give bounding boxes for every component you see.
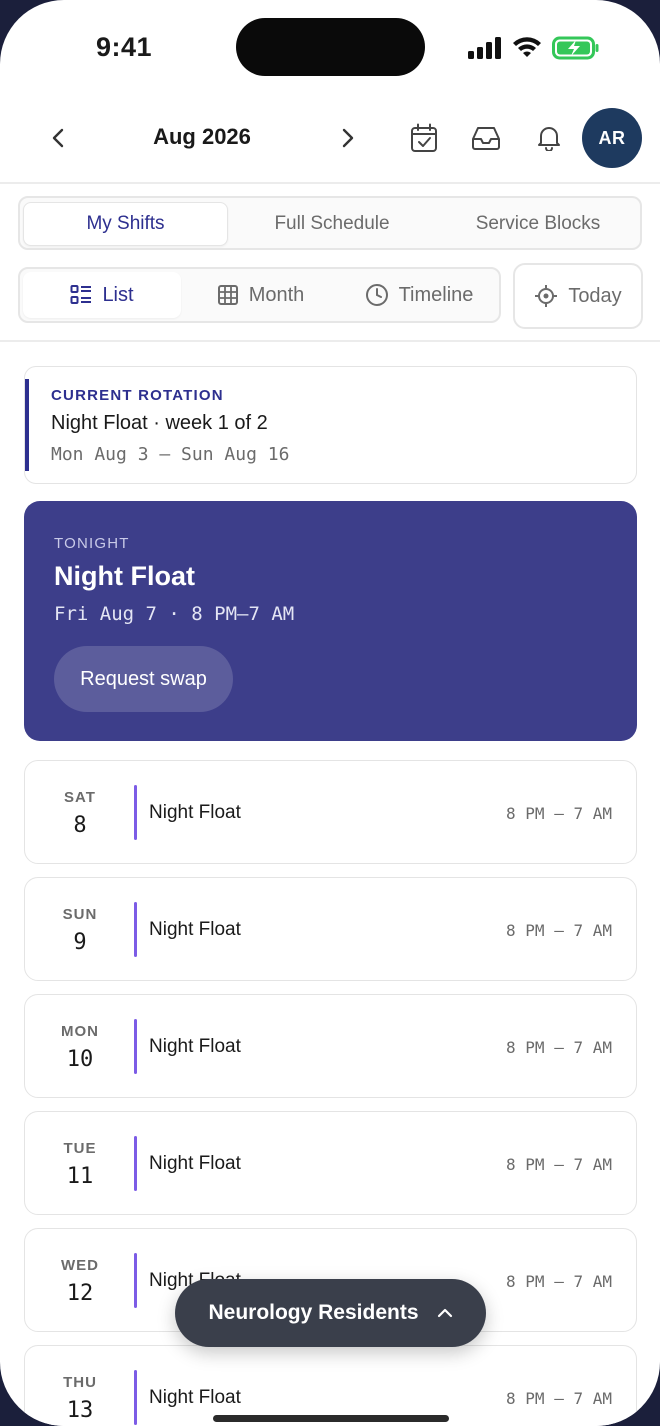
inbox-button[interactable]: [464, 116, 508, 160]
shift-hours: 8 PM — 7 AM: [506, 1155, 612, 1174]
shift-row[interactable]: TUE 11 Night Float 8 PM — 7 AM: [24, 1111, 637, 1215]
signal-icon: [468, 37, 501, 59]
shift-weekday: SUN: [62, 906, 98, 923]
shift-name: Night Float: [149, 1153, 241, 1174]
home-indicator: [213, 1415, 449, 1422]
avatar[interactable]: AR: [582, 108, 642, 168]
shift-hours: 8 PM — 7 AM: [506, 1038, 612, 1057]
shift-weekday: TUE: [63, 1140, 97, 1157]
shift-row[interactable]: MON 10 Night Float 8 PM — 7 AM: [24, 994, 637, 1098]
shift-day: 12: [66, 1281, 94, 1306]
inbox-icon: [472, 127, 500, 150]
shift-accent-bar: [134, 1136, 137, 1191]
calendar-check-button[interactable]: [402, 116, 446, 160]
rotation-accent-bar: [25, 379, 29, 471]
current-rotation-card[interactable]: CURRENT ROTATION Night Float · week 1 of…: [24, 366, 637, 484]
shift-accent-bar: [134, 902, 137, 957]
shift-hours: 8 PM — 7 AM: [506, 921, 612, 940]
group-selector-label: Neurology Residents: [208, 1301, 419, 1324]
section-divider: [0, 340, 660, 342]
tonight-card[interactable]: TONIGHT Night Float Fri Aug 7 · 8 PM–7 A…: [24, 501, 637, 741]
month-title: Aug 2026: [153, 124, 251, 149]
bell-icon: [538, 127, 560, 151]
view-list[interactable]: List: [23, 272, 181, 318]
shift-weekday: WED: [61, 1257, 99, 1274]
shift-row[interactable]: SAT 8 Night Float 8 PM — 7 AM: [24, 760, 637, 864]
shift-accent-bar: [134, 785, 137, 840]
shift-row[interactable]: THU 13 Night Float 8 PM — 7 AM: [24, 1345, 637, 1426]
shift-day: 8: [73, 813, 87, 838]
rotation-dates: Mon Aug 3 — Sun Aug 16: [51, 444, 290, 465]
tonight-when: Fri Aug 7 · 8 PM–7 AM: [54, 603, 295, 625]
shift-name: Night Float: [149, 802, 241, 823]
dynamic-island: [236, 18, 425, 76]
shift-day: 10: [66, 1047, 94, 1072]
app-header: Aug 2026 AR: [0, 96, 660, 184]
status-time: 9:41: [96, 32, 153, 62]
shift-weekday: THU: [63, 1374, 97, 1391]
phone-screen: 9:41 Aug 2026 AR My Shifts Full Schedule…: [0, 0, 660, 1426]
status-icons: [468, 36, 600, 60]
grid-icon: [217, 285, 238, 305]
calendar-check-icon: [411, 123, 437, 152]
shift-day: 9: [73, 930, 87, 955]
shift-name: Night Float: [149, 1387, 241, 1408]
view-switcher: List Month Timeline: [18, 267, 501, 323]
today-button[interactable]: Today: [513, 263, 643, 329]
shift-row[interactable]: SUN 9 Night Float 8 PM — 7 AM: [24, 877, 637, 981]
rotation-title: Night Float · week 1 of 2: [51, 412, 268, 434]
shift-name: Night Float: [149, 919, 241, 940]
group-selector-button[interactable]: Neurology Residents: [175, 1279, 486, 1347]
tab-full-schedule[interactable]: Full Schedule: [230, 202, 434, 246]
request-swap-button[interactable]: Request swap: [54, 646, 233, 712]
chevron-left-icon: [52, 128, 64, 148]
status-bar: 9:41: [0, 0, 660, 96]
schedule-tabs: My Shifts Full Schedule Service Blocks: [18, 196, 642, 250]
clock-icon: [365, 284, 388, 306]
list-icon: [70, 285, 92, 304]
chevron-right-icon: [342, 128, 354, 148]
shift-hours: 8 PM — 7 AM: [506, 1389, 612, 1408]
tab-service-blocks[interactable]: Service Blocks: [436, 202, 640, 246]
next-month-button[interactable]: [328, 118, 368, 158]
notifications-button[interactable]: [527, 116, 571, 160]
view-month-label: Month: [248, 283, 305, 306]
rotation-label: CURRENT ROTATION: [51, 387, 224, 404]
tab-my-shifts[interactable]: My Shifts: [23, 202, 228, 246]
shift-hours: 8 PM — 7 AM: [506, 1272, 612, 1291]
prev-month-button[interactable]: [38, 118, 78, 158]
shift-accent-bar: [134, 1370, 137, 1425]
shift-accent-bar: [134, 1253, 137, 1308]
shift-day: 11: [66, 1164, 94, 1189]
view-timeline-label: Timeline: [398, 283, 474, 306]
tonight-title: Night Float: [54, 561, 195, 591]
wifi-icon: [513, 37, 541, 57]
view-month[interactable]: Month: [183, 272, 338, 318]
shift-name: Night Float: [149, 1036, 241, 1057]
view-list-label: List: [102, 283, 134, 306]
battery-icon: [552, 36, 599, 60]
view-timeline[interactable]: Timeline: [340, 272, 498, 318]
today-label: Today: [568, 284, 622, 307]
shift-weekday: SAT: [64, 789, 96, 806]
shift-accent-bar: [134, 1019, 137, 1074]
tonight-label: TONIGHT: [54, 535, 130, 552]
shift-day: 13: [66, 1398, 94, 1423]
chevron-up-icon: [437, 1308, 452, 1318]
shift-weekday: MON: [61, 1023, 99, 1040]
crosshair-icon: [535, 285, 558, 307]
shift-hours: 8 PM — 7 AM: [506, 804, 612, 823]
